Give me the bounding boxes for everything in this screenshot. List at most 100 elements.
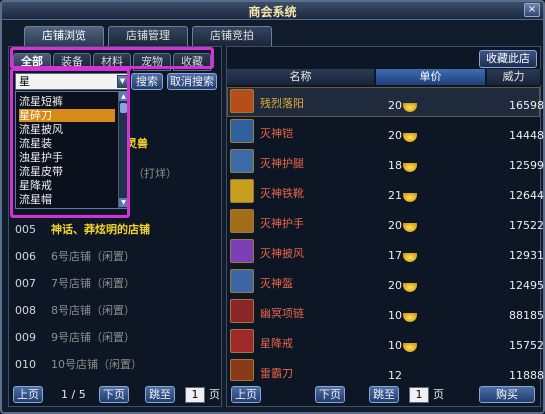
page-unit-label: 页 xyxy=(433,388,444,401)
search-suggestions-dropdown[interactable]: 流星短裤 星碎刀 流星披风 流星装 浊星护手 流星皮带 星降戒 流星帽 ▲ ▼ xyxy=(15,91,129,209)
scroll-thumb[interactable] xyxy=(120,103,127,113)
dropdown-option[interactable]: 流星装 xyxy=(19,137,115,150)
armor-icon xyxy=(230,119,254,143)
tab-materials[interactable]: 材料 xyxy=(93,53,131,71)
leg-guard-icon xyxy=(230,149,254,173)
gold-ingot-icon xyxy=(403,163,417,172)
page-number-input[interactable]: 1 xyxy=(185,387,205,403)
cape-icon xyxy=(230,239,254,263)
search-button[interactable]: 搜索 xyxy=(131,73,163,90)
dropdown-option[interactable]: 流星短裤 xyxy=(19,95,115,108)
search-input[interactable]: 星 ▼ xyxy=(15,73,129,90)
item-price: 20 xyxy=(388,129,402,142)
shop-row[interactable]: 010 10号店铺（闲置） xyxy=(15,354,215,376)
shop-name: 9号店铺（闲置） xyxy=(51,331,135,344)
item-name: 灭神铠 xyxy=(260,127,293,140)
dropdown-option-selected[interactable]: 星碎刀 xyxy=(19,109,115,122)
dropdown-option[interactable]: 流星皮带 xyxy=(19,165,115,178)
table-row[interactable]: 残烈落阳 20 16598 xyxy=(227,87,544,121)
table-row[interactable]: 灭神盔 20 12495 xyxy=(227,267,544,301)
shop-name: 10号店铺（闲置） xyxy=(51,358,142,371)
search-input-value: 星 xyxy=(19,75,30,88)
dropdown-scrollbar[interactable]: ▲ ▼ xyxy=(118,92,128,208)
shop-row[interactable]: 007 7号店铺（闲置） xyxy=(15,273,215,295)
item-name: 雷霸刀 xyxy=(260,367,293,380)
shop-row[interactable]: 005 神话、莽炫明的店铺 xyxy=(15,219,215,241)
jump-to-button[interactable]: 跳至 xyxy=(145,386,175,403)
close-button[interactable]: × xyxy=(524,3,540,17)
item-name: 灭神披风 xyxy=(260,247,304,260)
table-row[interactable]: 灭神披风 17 12931 xyxy=(227,237,544,271)
shop-items-panel: 收藏此店 名称 单价 威力 残烈落阳 20 16598 灭神铠 20 14448… xyxy=(226,46,544,407)
scroll-up-icon[interactable]: ▲ xyxy=(119,92,128,101)
item-price: 20 xyxy=(388,99,402,112)
scroll-down-icon[interactable]: ▼ xyxy=(119,198,128,207)
prev-page-button[interactable]: 上页 xyxy=(13,386,43,403)
shop-name-fragment: （打烊） xyxy=(133,167,177,180)
item-name: 灭神护腿 xyxy=(260,157,304,170)
shop-name-partial: （打烊） xyxy=(133,165,177,181)
shop-name: 7号店铺（闲置） xyxy=(51,277,135,290)
column-header-power[interactable]: 威力 xyxy=(487,69,541,85)
prev-page-button[interactable]: 上页 xyxy=(231,386,261,403)
shop-number: 005 xyxy=(15,223,36,236)
gold-ingot-icon xyxy=(403,193,417,202)
dropdown-option[interactable]: 浊星护手 xyxy=(19,151,115,164)
dropdown-option[interactable]: 星降戒 xyxy=(19,179,115,192)
item-name: 灭神护手 xyxy=(260,217,304,230)
page-unit-label: 页 xyxy=(209,388,220,401)
next-page-button[interactable]: 下页 xyxy=(315,386,345,403)
item-price: 18 xyxy=(388,159,402,172)
page-indicator: 1 / 5 xyxy=(61,388,86,401)
next-page-button[interactable]: 下页 xyxy=(99,386,129,403)
shop-number: 007 xyxy=(15,277,36,290)
page-number-input[interactable]: 1 xyxy=(409,387,429,403)
dropdown-option[interactable]: 流星披风 xyxy=(19,123,115,136)
gold-ingot-icon xyxy=(403,223,417,232)
gauntlet-icon xyxy=(230,209,254,233)
table-row[interactable]: 幽冥项链 10 88185 xyxy=(227,297,544,331)
title-bar[interactable]: 商会系统 × xyxy=(2,2,543,20)
column-header-price[interactable]: 单价 xyxy=(376,69,486,85)
gold-ingot-icon xyxy=(403,283,417,292)
shop-row[interactable]: 008 8号店铺（闲置） xyxy=(15,300,215,322)
item-name: 灭神铁靴 xyxy=(260,187,304,200)
table-row[interactable]: 灭神铠 20 14448 xyxy=(227,117,544,151)
item-power: 17522 xyxy=(509,219,544,232)
table-row[interactable]: 灭神护手 20 17522 xyxy=(227,207,544,241)
table-row[interactable]: 星降戒 10 15752 xyxy=(227,327,544,361)
necklace-icon xyxy=(230,299,254,323)
cancel-search-button[interactable]: 取消搜索 xyxy=(167,73,217,90)
table-row[interactable]: 雷霸刀 12 11888 xyxy=(227,357,544,383)
column-header-name[interactable]: 名称 xyxy=(227,69,375,85)
item-power: 15752 xyxy=(509,339,544,352)
tab-pets[interactable]: 宠物 xyxy=(133,53,171,71)
item-name: 灭神盔 xyxy=(260,277,293,290)
jump-to-button[interactable]: 跳至 xyxy=(369,386,399,403)
shop-list-panel: 全部 装备 材料 宠物 收藏 星 ▼ 搜索 取消搜索 灵兽 （打烊） 005 神… xyxy=(8,46,222,407)
favorite-shop-button[interactable]: 收藏此店 xyxy=(479,50,537,68)
table-row[interactable]: 灭神护腿 18 12599 xyxy=(227,147,544,181)
item-price: 17 xyxy=(388,249,402,262)
tab-shop-manage[interactable]: 店铺管理 xyxy=(108,26,188,46)
tab-equipment[interactable]: 装备 xyxy=(53,53,91,71)
item-power: 11888 xyxy=(509,369,544,382)
dropdown-option[interactable]: 流星帽 xyxy=(19,193,115,206)
shop-row[interactable]: 009 9号店铺（闲置） xyxy=(15,327,215,349)
item-price: 12 xyxy=(388,369,402,382)
buy-button[interactable]: 购买 xyxy=(479,386,535,403)
item-power: 12931 xyxy=(509,249,544,262)
tab-all[interactable]: 全部 xyxy=(13,53,51,71)
tab-favorites[interactable]: 收藏 xyxy=(173,53,211,71)
table-row[interactable]: 灭神铁靴 21 12644 xyxy=(227,177,544,211)
boots-icon xyxy=(230,179,254,203)
item-power: 12644 xyxy=(509,189,544,202)
item-power: 16598 xyxy=(509,99,544,112)
tab-shop-browse[interactable]: 店铺浏览 xyxy=(24,26,104,46)
item-price: 21 xyxy=(388,189,402,202)
chevron-down-icon[interactable]: ▼ xyxy=(117,75,128,88)
tab-shop-auction[interactable]: 店铺竞拍 xyxy=(192,26,272,46)
shop-window: 商会系统 × 店铺浏览 店铺管理 店铺竞拍 全部 装备 材料 宠物 收藏 星 ▼… xyxy=(0,0,545,414)
shop-number: 010 xyxy=(15,358,36,371)
shop-row[interactable]: 006 6号店铺（闲置） xyxy=(15,246,215,268)
